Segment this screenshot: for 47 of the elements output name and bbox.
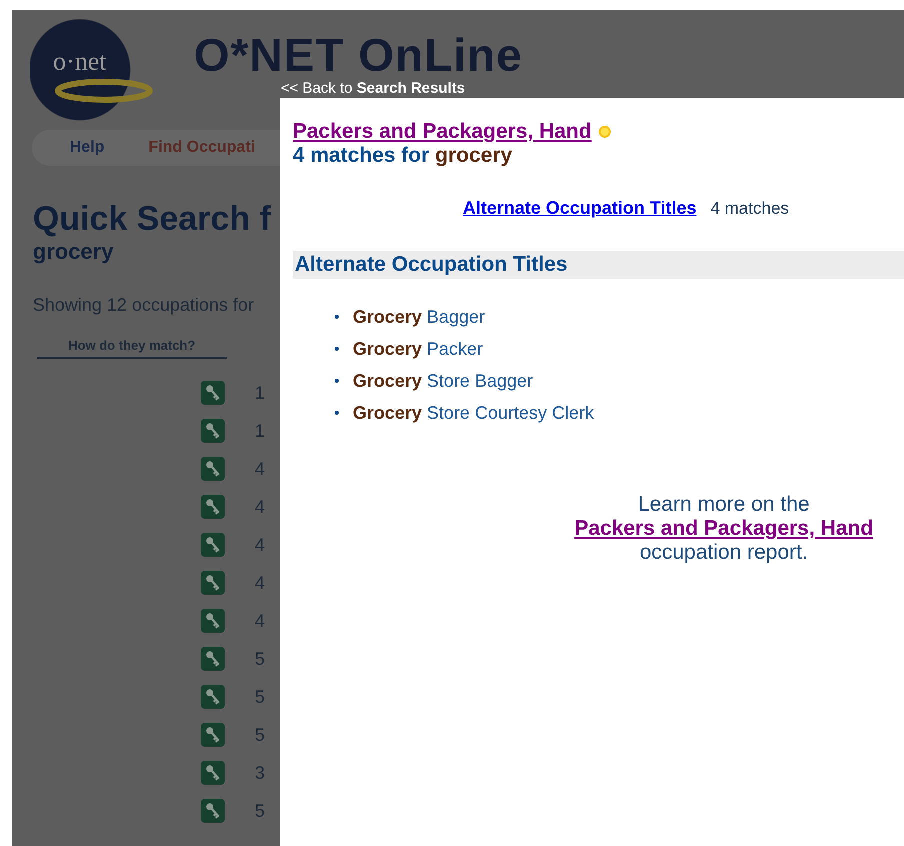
occupation-title-link[interactable]: Packers and Packagers, Hand xyxy=(293,120,592,144)
footer-text: occupation report. xyxy=(640,541,808,565)
occupation-code: 4 xyxy=(255,496,266,518)
match-count: 4 matches xyxy=(710,199,790,219)
occupation-code: 4 xyxy=(255,572,266,594)
key-icon[interactable] xyxy=(201,685,225,709)
occupation-code: 4 xyxy=(255,610,266,632)
occupation-code: 4 xyxy=(255,458,266,480)
occupation-code: 1 xyxy=(255,420,266,442)
key-icon[interactable] xyxy=(201,647,225,671)
column-header: How do they match? xyxy=(37,338,227,359)
occupation-code: 1 xyxy=(255,382,266,404)
bullet-icon xyxy=(335,379,339,383)
title-item: Grocery Store Bagger xyxy=(353,370,534,392)
section-header: Alternate Occupation Titles xyxy=(293,251,904,279)
site-title: O*NET OnLine xyxy=(194,32,523,78)
occupation-code: 5 xyxy=(255,686,266,708)
occupation-code: 5 xyxy=(255,800,266,822)
key-icon[interactable] xyxy=(201,419,225,443)
page-heading: Quick Search f xyxy=(33,200,272,239)
section-link[interactable]: Alternate Occupation Titles xyxy=(463,198,697,219)
occupation-code: 5 xyxy=(255,648,266,670)
key-icon[interactable] xyxy=(201,723,225,747)
bullet-icon xyxy=(335,411,339,415)
occupation-code: 3 xyxy=(255,762,266,784)
results-summary: Showing 12 occupations for xyxy=(33,295,254,316)
key-icon[interactable] xyxy=(201,457,225,481)
key-icon[interactable] xyxy=(201,571,225,595)
key-icon[interactable] xyxy=(201,609,225,633)
report-link[interactable]: Packers and Packagers, Hand xyxy=(574,517,874,541)
key-icon[interactable] xyxy=(201,799,225,823)
occupation-code: 4 xyxy=(255,534,266,556)
key-icon[interactable] xyxy=(201,761,225,785)
back-link[interactable]: << Back to Search Results xyxy=(281,80,466,97)
occupation-code: 5 xyxy=(255,724,266,746)
search-query: grocery xyxy=(33,239,114,265)
bullet-icon xyxy=(335,347,339,351)
footer-text: Learn more on the xyxy=(638,493,810,517)
title-item: Grocery Bagger xyxy=(353,306,486,328)
bullet-icon xyxy=(335,315,339,319)
match-count-heading: 4 matches for grocery xyxy=(293,144,514,168)
key-icon[interactable] xyxy=(201,495,225,519)
key-icon[interactable] xyxy=(201,533,225,557)
key-icon[interactable] xyxy=(201,381,225,405)
title-item: Grocery Packer xyxy=(353,338,484,360)
sun-icon xyxy=(598,125,612,139)
title-item: Grocery Store Courtesy Clerk xyxy=(353,402,594,424)
